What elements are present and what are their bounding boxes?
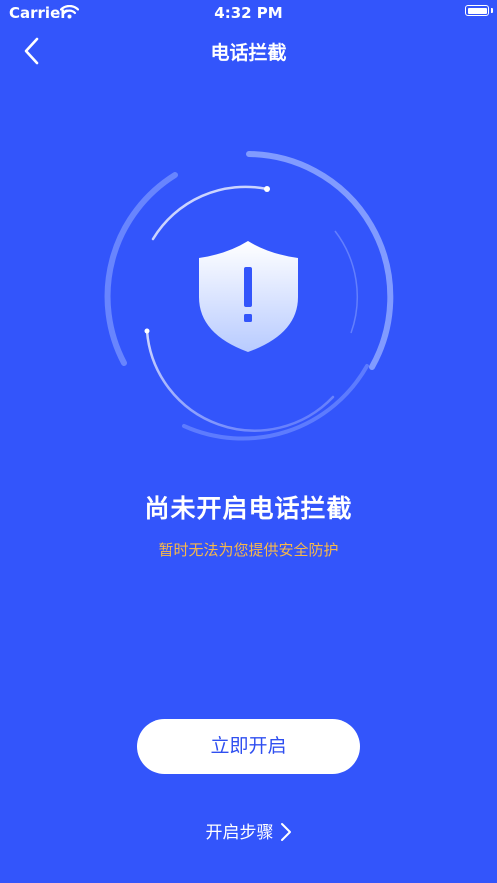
ring-spark-top — [264, 186, 270, 192]
status-time: 4:32 PM — [214, 4, 283, 22]
status-headline: 尚未开启电话拦截 — [144, 494, 353, 523]
battery-level — [467, 7, 487, 14]
ring-spark-left — [144, 328, 150, 334]
inner-ring-arc-right — [334, 230, 358, 334]
page-title: 电话拦截 — [210, 42, 287, 64]
status-subline: 暂时无法为您提供安全防护 — [158, 541, 339, 559]
exclamation-dot — [244, 314, 252, 322]
shield-status-graphic — [104, 151, 394, 441]
outer-ring-arc-left — [104, 172, 178, 366]
battery-tip — [491, 8, 493, 13]
chevron-right-icon — [280, 822, 291, 841]
navigation-bar: 电话拦截 — [0, 26, 497, 76]
enable-steps-label: 开启步骤 — [205, 823, 274, 843]
enable-steps-link[interactable]: 开启步骤 — [0, 818, 497, 843]
inner-ring-arc-top — [151, 185, 269, 241]
enable-now-button[interactable]: 立即开启 — [137, 719, 360, 774]
battery-icon — [465, 5, 489, 16]
status-bar: Carrier 4:32 PM — [0, 0, 497, 26]
exclamation-mark — [244, 267, 252, 307]
